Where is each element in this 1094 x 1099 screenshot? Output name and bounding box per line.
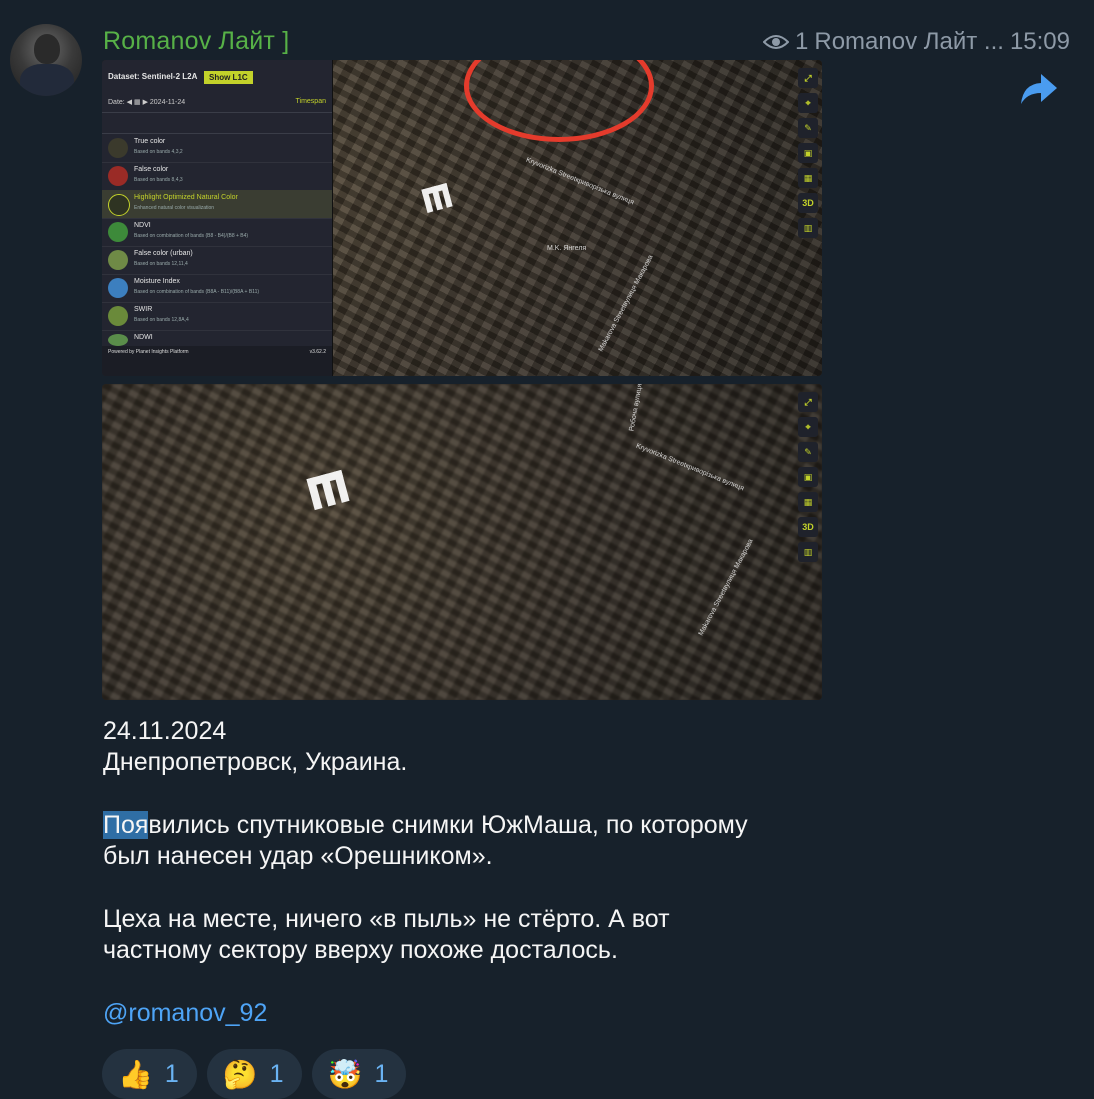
measure-tool-icon[interactable]: ⤢ bbox=[798, 68, 818, 88]
text-line: был нанесен удар «Орешником». bbox=[103, 842, 493, 870]
film-tool-icon[interactable]: ▦ bbox=[798, 168, 818, 188]
layer-name: True color bbox=[134, 138, 166, 145]
message-time: 15:09 bbox=[1009, 28, 1070, 55]
sentinel-side-panel: Dataset: Sentinel-2 L2A Show L1C Date: ◀… bbox=[102, 60, 333, 376]
layer-item[interactable]: SWIR Based on bands 12,8A,4 bbox=[102, 302, 332, 331]
layer-item[interactable]: True color Based on bands 4,3,2 bbox=[102, 134, 332, 163]
reaction-exploding-head[interactable]: 🤯 1 bbox=[311, 1049, 407, 1099]
layer-desc: Based on bands 12,11,4 bbox=[134, 261, 188, 267]
layer-name: NDVI bbox=[134, 222, 151, 229]
thinking-face-icon: 🤔 bbox=[222, 1058, 258, 1090]
views-count: 1 bbox=[795, 28, 809, 55]
text-paragraph-2: Появились спутниковые снимки ЮжМаша, по … bbox=[103, 810, 843, 841]
satellite-photo-2[interactable]: Kryvorizka Streetкриворізька вулиця Maka… bbox=[102, 384, 822, 700]
layer-thumbnail bbox=[108, 306, 128, 326]
views-author: Romanov Лайт ... bbox=[814, 28, 1004, 55]
reaction-count: 1 bbox=[164, 1059, 179, 1088]
exploding-head-icon: 🤯 bbox=[327, 1058, 363, 1090]
reaction-count: 1 bbox=[269, 1059, 284, 1088]
layer-desc: Based on bands 4,3,2 bbox=[134, 149, 183, 155]
message-meta: 1 Romanov Лайт ... 15:09 bbox=[763, 28, 1070, 56]
ruler-tool-icon[interactable]: ✎ bbox=[798, 118, 818, 138]
panel-footer: Powered by Planet Insights Platform v3.6… bbox=[102, 346, 332, 376]
ruler-tool-icon[interactable]: ✎ bbox=[798, 442, 818, 462]
panel-toolbar bbox=[102, 112, 332, 134]
sender-name[interactable]: Romanov Лайт ] bbox=[103, 27, 289, 56]
satellite-photo-1[interactable]: Kryvorizka Streetкриворізька вулиця Maka… bbox=[102, 60, 822, 376]
dataset-label: Dataset: Sentinel-2 L2A bbox=[108, 72, 198, 81]
layer-name: False color bbox=[134, 166, 169, 173]
show-l1c-button[interactable]: Show L1C bbox=[204, 71, 253, 84]
layer-name: False color (urban) bbox=[134, 250, 193, 257]
selected-text: Поя bbox=[103, 811, 149, 839]
layer-thumbnail bbox=[108, 138, 128, 158]
text-line: Цеха на месте, ничего «в пыль» не стёрто… bbox=[103, 905, 670, 933]
app-version: v3.62.2 bbox=[309, 349, 326, 355]
layer-name: NDWI bbox=[134, 334, 153, 341]
layer-thumbnail bbox=[108, 222, 128, 242]
layer-name: Moisture Index bbox=[134, 278, 180, 285]
pin-tool-icon[interactable]: ⌖ bbox=[798, 93, 818, 113]
layer-item[interactable]: False color Based on bands 8,4,3 bbox=[102, 162, 332, 191]
text-date: 24.11.2024 bbox=[103, 717, 227, 745]
chart-tool-icon[interactable]: ▥ bbox=[798, 218, 818, 238]
text-line: частному сектору вверху похоже досталось… bbox=[103, 936, 618, 964]
channel-avatar[interactable] bbox=[10, 24, 82, 96]
layer-thumbnail bbox=[108, 250, 128, 270]
image-tool-icon[interactable]: ▣ bbox=[798, 143, 818, 163]
layer-desc: Based on combination of bands (B8 - B4)/… bbox=[134, 233, 249, 239]
layer-desc: Based on bands 8,4,3 bbox=[134, 177, 183, 183]
layer-desc: Based on bands 12,8A,4 bbox=[134, 317, 189, 323]
layer-name: SWIR bbox=[134, 306, 153, 313]
map-toolbar: ⤢ ⌖ ✎ ▣ ▦ 3D ▥ bbox=[798, 68, 820, 243]
layer-thumbnail bbox=[108, 166, 128, 186]
layer-thumbnail bbox=[108, 334, 128, 346]
layer-item[interactable]: Moisture Index Based on combination of b… bbox=[102, 274, 332, 303]
reaction-count: 1 bbox=[374, 1059, 389, 1088]
layer-desc: Based on combination of bands (B8A - B11… bbox=[134, 289, 260, 295]
layer-item-active[interactable]: Highlight Optimized Natural Color Enhanc… bbox=[102, 190, 332, 219]
reaction-thinking[interactable]: 🤔 1 bbox=[206, 1049, 302, 1099]
layer-thumbnail bbox=[108, 278, 128, 298]
pin-tool-icon[interactable]: ⌖ bbox=[798, 417, 818, 437]
3d-tool-button[interactable]: 3D bbox=[798, 193, 818, 213]
layer-item[interactable]: False color (urban) Based on bands 12,11… bbox=[102, 246, 332, 275]
avatar-head bbox=[34, 34, 60, 64]
eye-icon bbox=[763, 35, 790, 49]
image-tool-icon[interactable]: ▣ bbox=[798, 467, 818, 487]
reactions-bar: 👍 1 🤔 1 🤯 1 bbox=[102, 1049, 407, 1099]
3d-tool-button[interactable]: 3D bbox=[798, 517, 818, 537]
layer-item[interactable]: NDWI bbox=[102, 330, 332, 347]
map-imagery bbox=[102, 384, 822, 700]
timespan-link[interactable]: Timespan bbox=[296, 98, 326, 105]
chart-tool-icon[interactable]: ▥ bbox=[798, 542, 818, 562]
powered-by: Powered by Planet Insights Platform bbox=[108, 349, 189, 355]
channel-link[interactable]: @romanov_92 bbox=[103, 999, 267, 1027]
thumbs-up-icon: 👍 bbox=[118, 1058, 153, 1090]
text-location: Днепропетровск, Украина. bbox=[103, 748, 408, 776]
reaction-thumbs-up[interactable]: 👍 1 bbox=[102, 1049, 197, 1099]
measure-tool-icon[interactable]: ⤢ bbox=[798, 392, 818, 412]
layer-item[interactable]: NDVI Based on combination of bands (B8 -… bbox=[102, 218, 332, 247]
map-toolbar: ⤢ ⌖ ✎ ▣ ▦ 3D ▥ bbox=[798, 392, 820, 567]
layer-thumbnail bbox=[108, 194, 130, 216]
layer-desc: Enhanced natural color visualization bbox=[134, 205, 215, 211]
film-tool-icon[interactable]: ▦ bbox=[798, 492, 818, 512]
date-picker[interactable]: Date: ◀ ▦ ▶ 2024-11-24 bbox=[108, 98, 185, 106]
avatar-body bbox=[20, 64, 74, 96]
share-icon[interactable] bbox=[1019, 72, 1059, 106]
layer-name: Highlight Optimized Natural Color bbox=[134, 194, 238, 201]
street-label: M.K. Янгеля bbox=[547, 245, 587, 252]
text-line: вились спутниковые снимки ЮжМаша, по кот… bbox=[148, 811, 748, 839]
message-text: 24.11.2024 Днепропетровск, Украина. Появ… bbox=[103, 716, 843, 1029]
